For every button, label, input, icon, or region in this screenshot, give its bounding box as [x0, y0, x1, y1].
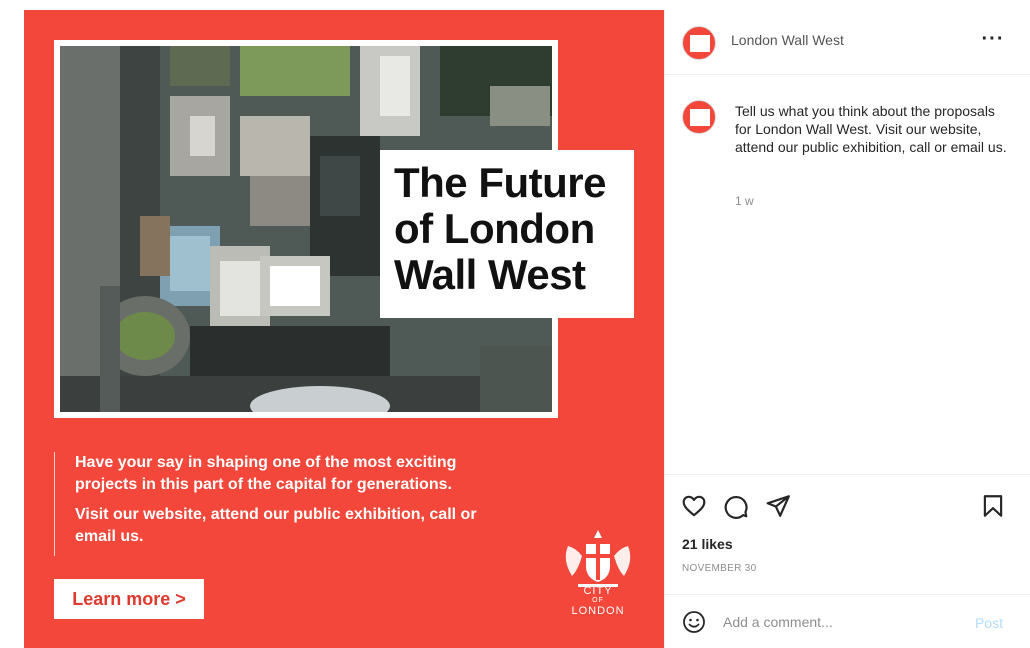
brand-line-of: OF — [592, 597, 604, 604]
avatar[interactable] — [682, 26, 716, 60]
headline-box: The Future of London Wall West — [380, 150, 634, 318]
post-image[interactable]: The Future of London Wall West Have your… — [24, 10, 664, 648]
comment-input[interactable] — [723, 609, 953, 635]
post-comment-button[interactable]: Post — [975, 615, 1003, 631]
bookmark-icon[interactable] — [980, 493, 1006, 519]
post-caption: Tell us what you think about the proposa… — [735, 103, 1007, 155]
brand-line-1: CITY — [583, 585, 613, 597]
caption-avatar-thumbnail — [690, 109, 710, 126]
headline-line-1: The Future — [394, 159, 607, 206]
headline-line-3: Wall West — [394, 251, 586, 298]
instagram-post-viewer: The Future of London Wall West Have your… — [0, 0, 1030, 648]
ad-paragraph-2: Visit our website, attend our public exh… — [75, 506, 477, 545]
more-horizontal-icon[interactable]: ··· — [980, 28, 1006, 54]
action-bar: 21 likes NOVEMBER 30 — [665, 474, 1030, 594]
send-icon[interactable] — [765, 493, 791, 519]
post-sidebar: London Wall West ··· Tell us what you th… — [664, 10, 1030, 648]
likes-count[interactable]: 21 likes — [682, 536, 733, 552]
heart-icon[interactable] — [681, 493, 707, 519]
avatar-thumbnail — [690, 35, 710, 52]
brand-line-2: LONDON — [571, 605, 625, 617]
caption-avatar[interactable] — [682, 100, 716, 134]
learn-more-button[interactable]: Learn more > — [54, 579, 204, 619]
post-header: London Wall West ··· — [665, 10, 1030, 75]
emoji-icon[interactable] — [682, 610, 706, 634]
ad-copy: Have your say in shaping one of the most… — [54, 452, 514, 556]
username-link[interactable]: London Wall West — [731, 32, 844, 48]
ad-paragraph-1: Have your say in shaping one of the most… — [75, 454, 457, 493]
comment-icon[interactable] — [723, 493, 749, 519]
headline-line-2: of London — [394, 205, 595, 252]
comment-bar: Post — [665, 594, 1030, 648]
post-date: NOVEMBER 30 — [682, 563, 757, 574]
post-time-ago[interactable]: 1 w — [735, 194, 754, 208]
city-of-london-wordmark: CITY OF LONDON — [558, 585, 638, 617]
